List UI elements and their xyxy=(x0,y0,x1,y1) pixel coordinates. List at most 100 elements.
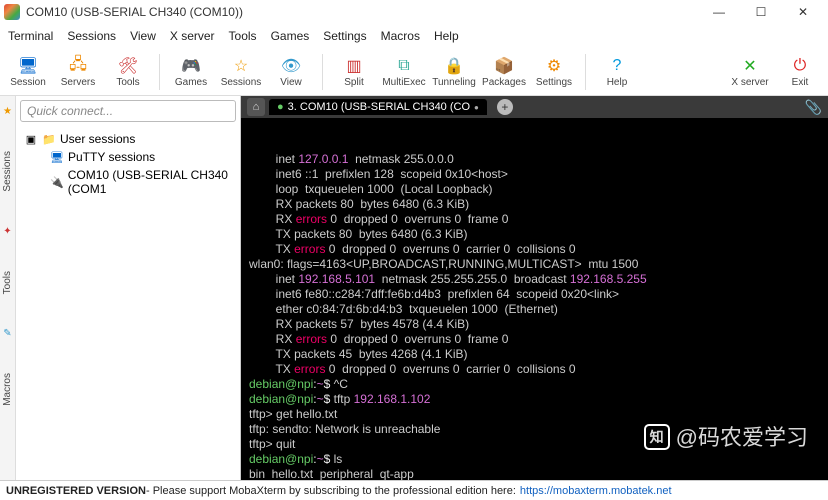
tree-label: PuTTY sessions xyxy=(68,150,155,164)
quick-connect-input[interactable]: Quick connect... xyxy=(20,100,236,122)
menu-sessions[interactable]: Sessions xyxy=(67,29,116,43)
toolbar: 🖥Session🖧Servers🛠Tools🎮Games☆Sessions👁Vi… xyxy=(0,48,828,96)
exit-icon: ⏻ xyxy=(789,55,811,77)
menu-macros[interactable]: Macros xyxy=(381,29,420,43)
dock-tab-sessions[interactable]: Sessions xyxy=(2,147,13,196)
toolbar-help-button[interactable]: ?Help xyxy=(595,55,639,88)
toolbar-settings-button[interactable]: ⚙Settings xyxy=(532,55,576,88)
terminal-line: TX packets 45 bytes 4268 (4.1 KiB) xyxy=(249,347,820,362)
terminal-tabbar: ⌂ ● 3. COM10 (USB-SERIAL CH340 (CO ● + 📎 xyxy=(241,96,828,118)
toolbar-label: Exit xyxy=(792,77,809,88)
tree-label: COM10 (USB-SERIAL CH340 (COM1 xyxy=(68,168,238,196)
session-icon: 🖥 xyxy=(17,55,39,77)
tab-dot-icon: ● xyxy=(277,101,284,113)
toolbar-x-server-button[interactable]: ✕X server xyxy=(728,55,772,88)
close-button[interactable]: ✕ xyxy=(782,0,824,24)
status-unregistered: UNREGISTERED VERSION xyxy=(6,485,146,497)
terminal-line: inet 127.0.0.1 netmask 255.0.0.0 xyxy=(249,152,820,167)
toolbar-label: Settings xyxy=(536,77,572,88)
terminal-output[interactable]: inet 127.0.0.1 netmask 255.0.0.0 inet6 :… xyxy=(241,118,828,480)
toolbar-multiexec-button[interactable]: ⧉MultiExec xyxy=(382,55,426,88)
watermark: 知 @码农爱学习 xyxy=(644,424,808,450)
terminal-line: TX packets 80 bytes 6480 (6.3 KiB) xyxy=(249,227,820,242)
dock-tab-tools[interactable]: Tools xyxy=(2,267,13,298)
session-tree: ▣ 📁 User sessions 🖥 PuTTY sessions 🔌 COM… xyxy=(16,126,240,202)
toolbar-view-button[interactable]: 👁View xyxy=(269,55,313,88)
titlebar: COM10 (USB-SERIAL CH340 (COM10)) — ☐ ✕ xyxy=(0,0,828,24)
tab-dot-icon: ● xyxy=(474,103,479,112)
tab-label: 3. COM10 (USB-SERIAL CH340 (CO xyxy=(288,101,470,113)
statusbar: UNREGISTERED VERSION - Please support Mo… xyxy=(0,480,828,500)
toolbar-servers-button[interactable]: 🖧Servers xyxy=(56,55,100,88)
packages-icon: 📦 xyxy=(493,55,515,77)
terminal-line: RX errors 0 dropped 0 overruns 0 frame 0 xyxy=(249,332,820,347)
app-logo-icon xyxy=(4,4,20,20)
toolbar-label: Split xyxy=(344,77,363,88)
minimize-button[interactable]: — xyxy=(698,0,740,24)
sessions-icon: ☆ xyxy=(230,55,252,77)
x server-icon: ✕ xyxy=(739,55,761,77)
home-tab-button[interactable]: ⌂ xyxy=(247,98,265,116)
toolbar-label: Sessions xyxy=(221,77,262,88)
terminal-line: debian@npi:~$ ls xyxy=(249,452,820,467)
toolbar-session-button[interactable]: 🖥Session xyxy=(6,55,50,88)
toolbar-separator xyxy=(322,54,323,90)
tree-label: User sessions xyxy=(60,132,135,146)
tree-putty-sessions[interactable]: 🖥 PuTTY sessions xyxy=(18,148,238,166)
tree-com10-session[interactable]: 🔌 COM10 (USB-SERIAL CH340 (COM1 xyxy=(18,166,238,198)
zhihu-icon: 知 xyxy=(644,424,670,450)
terminal-line: tftp> get hello.txt xyxy=(249,407,820,422)
terminal-line: loop txqueuelen 1000 (Local Loopback) xyxy=(249,182,820,197)
terminal-line: wlan0: flags=4163<UP,BROADCAST,RUNNING,M… xyxy=(249,257,820,272)
new-tab-button[interactable]: + xyxy=(497,99,513,115)
help-icon: ? xyxy=(606,55,628,77)
menu-xserver[interactable]: X server xyxy=(170,29,215,43)
left-dock: ★ Sessions ✦ Tools ✎ Macros xyxy=(0,96,16,480)
toolbar-tunneling-button[interactable]: 🔒Tunneling xyxy=(432,55,476,88)
toolbar-sessions-button[interactable]: ☆Sessions xyxy=(219,55,263,88)
putty-icon: 🖥 xyxy=(50,150,64,164)
menu-settings[interactable]: Settings xyxy=(323,29,366,43)
toolbar-games-button[interactable]: 🎮Games xyxy=(169,55,213,88)
status-link[interactable]: https://mobaxterm.mobatek.net xyxy=(520,485,672,497)
terminal-line: debian@npi:~$ tftp 192.168.1.102 xyxy=(249,392,820,407)
menubar: Terminal Sessions View X server Tools Ga… xyxy=(0,24,828,48)
view-icon: 👁 xyxy=(280,55,302,77)
toolbar-packages-button[interactable]: 📦Packages xyxy=(482,55,526,88)
terminal-line: ether c0:84:7d:6b:d4:b3 txqueuelen 1000 … xyxy=(249,302,820,317)
games-icon: 🎮 xyxy=(180,55,202,77)
toolbar-label: Packages xyxy=(482,77,526,88)
toolbar-label: Help xyxy=(607,77,628,88)
sidebar: Quick connect... ▣ 📁 User sessions 🖥 PuT… xyxy=(16,96,241,480)
toolbar-label: Games xyxy=(175,77,207,88)
tab-com10[interactable]: ● 3. COM10 (USB-SERIAL CH340 (CO ● xyxy=(269,99,487,115)
toolbar-tools-button[interactable]: 🛠Tools xyxy=(106,55,150,88)
toolbar-label: Tools xyxy=(116,77,139,88)
terminal-line: debian@npi:~$ ^C xyxy=(249,377,820,392)
menu-games[interactable]: Games xyxy=(271,29,310,43)
menu-terminal[interactable]: Terminal xyxy=(8,29,53,43)
serial-icon: 🔌 xyxy=(50,175,64,189)
dock-tab-macros[interactable]: Macros xyxy=(2,369,13,410)
toolbar-label: Tunneling xyxy=(432,77,476,88)
tree-user-sessions[interactable]: ▣ 📁 User sessions xyxy=(18,130,238,148)
toolbar-label: MultiExec xyxy=(382,77,425,88)
toolbar-label: View xyxy=(280,77,302,88)
maximize-button[interactable]: ☐ xyxy=(740,0,782,24)
terminal-area: ⌂ ● 3. COM10 (USB-SERIAL CH340 (CO ● + 📎… xyxy=(241,96,828,480)
toolbar-split-button[interactable]: ▥Split xyxy=(332,55,376,88)
menu-tools[interactable]: Tools xyxy=(229,29,257,43)
multiexec-icon: ⧉ xyxy=(393,55,415,77)
terminal-line: TX errors 0 dropped 0 overruns 0 carrier… xyxy=(249,362,820,377)
clip-icon[interactable]: 📎 xyxy=(805,99,822,116)
toolbar-exit-button[interactable]: ⏻Exit xyxy=(778,55,822,88)
toolbar-label: Servers xyxy=(61,77,95,88)
toolbar-separator xyxy=(159,54,160,90)
menu-help[interactable]: Help xyxy=(434,29,459,43)
terminal-line: bin hello.txt peripheral qt-app xyxy=(249,467,820,480)
terminal-line: inet 192.168.5.101 netmask 255.255.255.0… xyxy=(249,272,820,287)
collapse-icon: ▣ xyxy=(24,132,38,146)
menu-view[interactable]: View xyxy=(130,29,156,43)
status-text: - Please support MobaXterm by subscribin… xyxy=(146,485,516,497)
tunneling-icon: 🔒 xyxy=(443,55,465,77)
